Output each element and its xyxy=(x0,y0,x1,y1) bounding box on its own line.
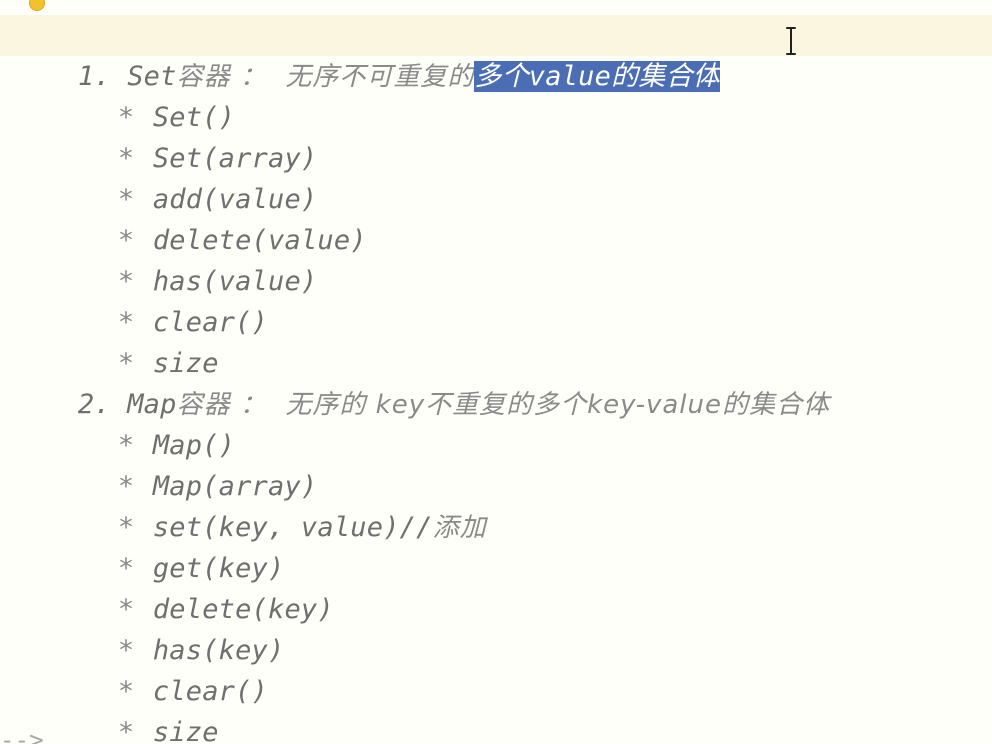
editor-line-set-array[interactable]: * Set(array) xyxy=(52,97,317,174)
editor-line-has-value[interactable]: * has(value) xyxy=(52,220,317,297)
editor-line-set-key-value[interactable]: * set(key, value)//添加 xyxy=(52,466,487,543)
editor-line-size-set[interactable]: * size xyxy=(52,302,219,379)
bullet-marker: * xyxy=(117,717,151,744)
editor-line-size-map[interactable]: * size xyxy=(52,671,219,744)
editor-line-add-value[interactable]: * add(value) xyxy=(52,138,317,215)
text-cursor-icon xyxy=(786,27,796,55)
editor-line-map-heading[interactable]: 2. Map容器 ： 无序的 key不重复的多个key-value的集合体 xyxy=(12,343,830,420)
code-editor[interactable]: ⌃ 1. Set容器 ： 无序不可重复的多个value的集合体 * Set() … xyxy=(0,0,992,744)
editor-line-map-array[interactable]: * Map(array) xyxy=(52,425,317,502)
selected-text[interactable]: 多个value的集合体 xyxy=(474,61,720,92)
editor-line-clear-set[interactable]: * clear() xyxy=(52,261,268,338)
map-description-text: 容器 ： 无序的 key不重复的多个key-value的集合体 xyxy=(176,390,830,420)
code-text: size xyxy=(152,717,219,744)
editor-line-delete-key[interactable]: * delete(key) xyxy=(52,548,334,625)
editor-line-get-key[interactable]: * get(key) xyxy=(52,507,284,584)
editor-line-has-key[interactable]: * has(key) xyxy=(52,589,284,666)
editor-line-set-heading[interactable]: 1. Set容器 ： 无序不可重复的多个value的集合体 xyxy=(12,15,720,92)
editor-line-delete-value[interactable]: * delete(value) xyxy=(52,179,367,256)
editor-line-clear-map[interactable]: * clear() xyxy=(52,630,268,707)
editor-line-map-constructor[interactable]: * Map() xyxy=(52,384,235,461)
editor-line-set-constructor[interactable]: * Set() xyxy=(52,56,235,133)
comment-end-marker: --> xyxy=(0,726,44,744)
comment-text: 添加 xyxy=(432,513,487,543)
